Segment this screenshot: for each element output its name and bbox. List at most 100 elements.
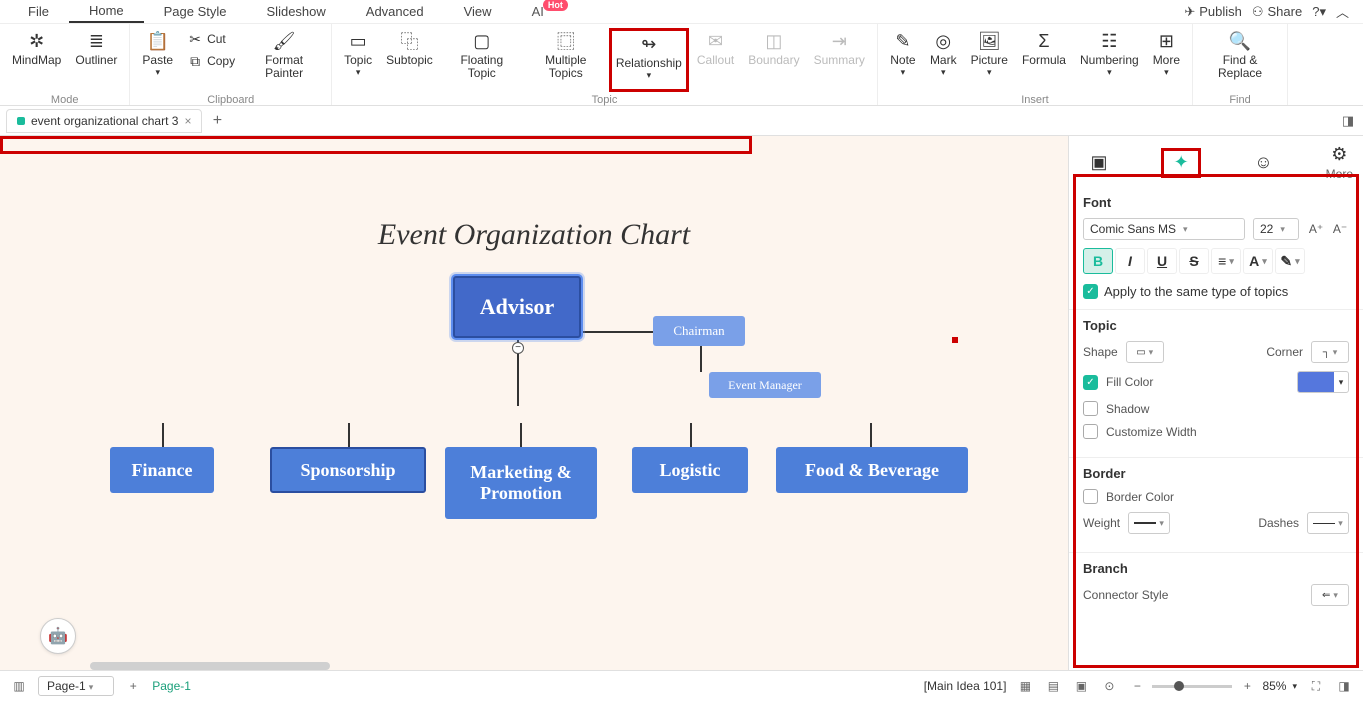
apply-same-type-checkbox[interactable]: ✓	[1083, 284, 1098, 299]
node-sponsorship[interactable]: Sponsorship	[270, 447, 426, 493]
mark-icon: ◎	[932, 30, 954, 52]
close-tab-icon[interactable]: ×	[184, 114, 191, 128]
menu-file[interactable]: File	[8, 1, 69, 22]
font-size-select[interactable]: 22	[1253, 218, 1299, 240]
multiple-topics-button[interactable]: ⿴Multiple Topics	[525, 28, 607, 92]
numbering-button[interactable]: ☷Numbering▾	[1074, 28, 1145, 92]
cut-button[interactable]: ✂Cut	[181, 28, 241, 50]
copy-button[interactable]: ⧉Copy	[181, 50, 241, 72]
dashes-select[interactable]	[1307, 512, 1349, 534]
font-color-button[interactable]: A	[1243, 248, 1273, 274]
ribbon-group-clipboard: 📋Paste▾ ✂Cut ⧉Copy 🖌Format Painter Clipb…	[130, 24, 332, 105]
zoom-out-button[interactable]: −	[1128, 677, 1146, 695]
topic-button[interactable]: ▭Topic▾	[338, 28, 378, 92]
zoom-in-button[interactable]: +	[1238, 677, 1256, 695]
view-mode-2-icon[interactable]: ▤	[1044, 677, 1062, 695]
more-link[interactable]: More	[1326, 167, 1353, 181]
weight-select[interactable]	[1128, 512, 1170, 534]
ribbon-group-topic: ▭Topic▾ ⿻Subtopic ▢Floating Topic ⿴Multi…	[332, 24, 878, 105]
connector-line	[520, 423, 522, 447]
panel-tab-emoji[interactable]: ☺	[1243, 148, 1283, 178]
assistant-bubble[interactable]: 🤖	[40, 618, 76, 654]
fit-icon[interactable]: ⊙	[1100, 677, 1118, 695]
share-button[interactable]: ⚇Share	[1252, 4, 1302, 20]
outline-view-icon[interactable]: ▥	[10, 677, 28, 695]
fill-color-checkbox[interactable]: ✓	[1083, 375, 1098, 390]
note-button[interactable]: ✎Note▾	[884, 28, 922, 92]
shape-label: Shape	[1083, 345, 1118, 359]
corner-select[interactable]: ┐	[1311, 341, 1349, 363]
align-button[interactable]: ≡	[1211, 248, 1241, 274]
zoom-slider[interactable]	[1152, 685, 1232, 688]
panel-tab-layout[interactable]: ▣	[1079, 148, 1119, 178]
menu-ai[interactable]: AIHot	[512, 1, 564, 22]
font-increase-button[interactable]: A⁺	[1307, 220, 1325, 238]
menu-home[interactable]: Home	[69, 0, 144, 23]
boundary-button[interactable]: ◫Boundary	[742, 28, 805, 92]
panel-toggle-icon[interactable]: ◨	[1339, 112, 1357, 130]
node-finance[interactable]: Finance	[110, 447, 214, 493]
collapse-anchor[interactable]: −	[512, 342, 524, 354]
add-page-button[interactable]: +	[124, 677, 142, 695]
zoom-value: 85%	[1262, 679, 1286, 693]
node-marketing[interactable]: Marketing & Promotion	[445, 447, 597, 519]
shape-select[interactable]: ▭	[1126, 341, 1164, 363]
relationship-button[interactable]: ↬Relationship▾	[609, 28, 689, 92]
relationship-icon: ↬	[638, 33, 660, 55]
mindmap-button[interactable]: ✲MindMap	[6, 28, 67, 92]
callout-button[interactable]: ✉Callout	[691, 28, 740, 92]
view-mode-1-icon[interactable]: ▦	[1016, 677, 1034, 695]
subtopic-button[interactable]: ⿻Subtopic	[380, 28, 439, 92]
layout-panel-icon[interactable]: ◨	[1335, 677, 1353, 695]
node-food-beverage[interactable]: Food & Beverage	[776, 447, 968, 493]
node-event-manager[interactable]: Event Manager	[709, 372, 821, 398]
connector-line	[870, 423, 872, 447]
underline-button[interactable]: U	[1147, 248, 1177, 274]
formula-button[interactable]: ΣFormula	[1016, 28, 1072, 92]
more-button[interactable]: ⊞More▾	[1147, 28, 1186, 92]
mark-button[interactable]: ◎Mark▾	[924, 28, 963, 92]
panel-tab-settings[interactable]: ⚙	[1331, 144, 1347, 165]
font-family-select[interactable]: Comic Sans MS	[1083, 218, 1245, 240]
strike-button[interactable]: S	[1179, 248, 1209, 274]
fullscreen-icon[interactable]: ⛶	[1307, 677, 1325, 695]
view-mode-3-icon[interactable]: ▣	[1072, 677, 1090, 695]
connector-line	[690, 423, 692, 447]
summary-button[interactable]: ⇥Summary	[808, 28, 871, 92]
menu-slideshow[interactable]: Slideshow	[247, 1, 346, 22]
canvas[interactable]: Event Organization Chart Advisor − Chair…	[0, 136, 1068, 670]
fill-color-swatch[interactable]: ▾	[1297, 371, 1349, 393]
node-advisor[interactable]: Advisor	[453, 276, 581, 338]
custom-width-checkbox[interactable]	[1083, 424, 1098, 439]
add-tab-button[interactable]: +	[206, 110, 228, 132]
document-tab[interactable]: event organizational chart 3 ×	[6, 109, 202, 133]
shadow-checkbox[interactable]	[1083, 401, 1098, 416]
connector-style-select[interactable]: ⇐	[1311, 584, 1349, 606]
format-painter-button[interactable]: 🖌Format Painter	[243, 28, 325, 92]
help-button[interactable]: ?▾	[1312, 4, 1326, 20]
collapse-ribbon[interactable]: ︿	[1336, 2, 1349, 21]
node-logistic[interactable]: Logistic	[632, 447, 748, 493]
bold-button[interactable]: B	[1083, 248, 1113, 274]
current-page-name[interactable]: Page-1	[152, 679, 191, 693]
outliner-button[interactable]: ≣Outliner	[69, 28, 123, 92]
paste-button[interactable]: 📋Paste▾	[136, 28, 179, 92]
picture-button[interactable]: 🖼Picture▾	[965, 28, 1014, 92]
menu-page-style[interactable]: Page Style	[144, 1, 247, 22]
menu-advanced[interactable]: Advanced	[346, 1, 444, 22]
node-chairman[interactable]: Chairman	[653, 316, 745, 346]
cut-icon: ✂	[187, 31, 203, 47]
panel-tab-style[interactable]: ✦	[1161, 148, 1201, 178]
publish-button[interactable]: ✈Publish	[1184, 4, 1242, 20]
page-select[interactable]: Page-1	[38, 676, 114, 696]
border-color-checkbox[interactable]	[1083, 489, 1098, 504]
floating-topic-button[interactable]: ▢Floating Topic	[441, 28, 523, 92]
find-replace-button[interactable]: 🔍Find & Replace	[1199, 28, 1281, 92]
topic-group-label: Topic	[592, 94, 618, 106]
shadow-label: Shadow	[1106, 402, 1149, 416]
italic-button[interactable]: I	[1115, 248, 1145, 274]
font-decrease-button[interactable]: A⁻	[1331, 220, 1349, 238]
highlight-button[interactable]: ✎	[1275, 248, 1305, 274]
horizontal-scrollbar[interactable]	[90, 662, 330, 670]
menu-view[interactable]: View	[444, 1, 512, 22]
